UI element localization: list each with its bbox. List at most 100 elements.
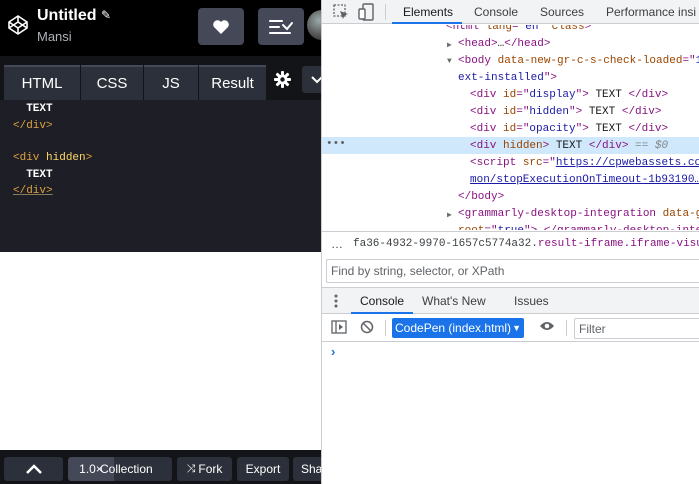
dom-token-tag: <div xyxy=(470,106,504,118)
dom-token-tag: =" xyxy=(512,25,526,33)
code-line: </div> xyxy=(13,185,53,197)
console-prompt[interactable]: › xyxy=(331,344,335,359)
dom-token-val: en xyxy=(525,25,539,33)
export-button[interactable]: Export xyxy=(237,457,289,481)
expand-console-button[interactable] xyxy=(4,457,63,481)
dom-node-line[interactable]: root="true"> </grammarly-desktop-inte xyxy=(458,223,699,230)
add-to-collection-button[interactable]: Collection xyxy=(98,462,153,476)
dom-token-tag: </head> xyxy=(504,38,551,50)
tab-html[interactable]: HTML xyxy=(4,65,80,100)
dom-token-val: hidden xyxy=(529,106,570,118)
expand-arrow-icon[interactable]: ▶ xyxy=(447,210,452,220)
drawer-tab-console[interactable]: Console xyxy=(360,288,404,314)
chevron-down-icon xyxy=(311,75,321,83)
context-selector[interactable]: CodePen (index.html) ▼ xyxy=(392,318,524,338)
node-actions-icon[interactable]: ••• xyxy=(326,137,346,152)
code-tag: </div> xyxy=(13,120,53,132)
dom-node-line[interactable]: <div id="opacity"> TEXT </div> xyxy=(470,121,668,138)
dom-token-tag: </div> xyxy=(628,123,669,135)
html-editor[interactable]: TEXT </div> <div hidden> TEXT </div> xyxy=(0,100,321,252)
author-name[interactable]: Mansi xyxy=(37,29,72,44)
dom-token-attr: data-new-gr-c-s-check-loaded xyxy=(497,55,683,67)
dom-node-line[interactable]: </body> xyxy=(458,189,504,206)
devtools-tabbar: Elements Console Sources Performance ins… xyxy=(322,0,699,24)
codepen-logo-icon[interactable] xyxy=(7,14,29,36)
breadcrumb: … fa36-4932-9970-1657c5774a32.result-ifr… xyxy=(322,231,699,256)
dom-token-dim: == $0 xyxy=(628,140,669,152)
dom-token-link[interactable]: mon/stopExecutionOnTimeout-1b93190… xyxy=(470,174,699,186)
dom-node-line[interactable]: <head>…</head> xyxy=(458,36,550,53)
drawer-tabbar: Console What's New Issues xyxy=(322,287,699,314)
layout-icon xyxy=(269,19,293,34)
fork-button[interactable]: ⤨ Fork xyxy=(177,457,232,481)
dom-token-tag: "> xyxy=(569,106,583,118)
code-text: TEXT xyxy=(26,169,53,181)
filter-input[interactable] xyxy=(575,319,699,338)
device-toolbar-icon[interactable] xyxy=(357,2,377,22)
breadcrumb-item[interactable]: fa36-4932-9970-1657c5774a32.result-ifram… xyxy=(353,232,699,256)
active-tab-indicator xyxy=(392,22,462,24)
code-tag: <div xyxy=(13,152,40,164)
dom-token-tag: =" xyxy=(542,157,556,169)
dom-token-val: opacity xyxy=(529,123,576,135)
share-button[interactable]: Share xyxy=(293,457,321,481)
eye-icon[interactable] xyxy=(539,320,555,332)
inspect-element-icon[interactable] xyxy=(331,2,351,22)
avatar[interactable] xyxy=(307,10,321,40)
dom-token-tag: "> </grammarly-desktop-inte xyxy=(524,225,699,230)
divider xyxy=(566,320,567,336)
more-button[interactable] xyxy=(302,66,321,93)
dom-node-line[interactable]: <body data-new-gr-c-s-check-loaded="1 xyxy=(458,53,699,70)
more-icon[interactable]: … xyxy=(331,232,343,256)
gear-icon xyxy=(273,70,291,88)
screen: Untitled ✎ Mansi HTML CSS JS Result TEXT… xyxy=(0,0,699,484)
drawer-tab-issues[interactable]: Issues xyxy=(514,288,549,314)
find-input[interactable] xyxy=(327,260,699,282)
tab-result[interactable]: Result xyxy=(199,65,266,100)
dom-token-val: true xyxy=(498,225,524,230)
dom-node-line[interactable]: <grammarly-desktop-integration data-g xyxy=(458,206,699,223)
collapse-arrow-icon[interactable]: ▼ xyxy=(447,57,452,66)
code-line: <div hidden> xyxy=(13,152,92,164)
dom-node-line[interactable]: <script src="https://cpwebassets.co xyxy=(470,155,699,172)
tab-css[interactable]: CSS xyxy=(81,65,143,100)
edit-title-icon[interactable]: ✎ xyxy=(101,8,111,22)
dom-token-tag: </div> xyxy=(628,89,669,101)
dom-token-tag: <html xyxy=(446,25,486,33)
dom-node-line[interactable]: <html lang="en" class> xyxy=(446,25,598,36)
heart-icon xyxy=(213,19,229,34)
dom-token-txt: TEXT xyxy=(549,140,589,152)
dom-token-tag: =" xyxy=(682,55,696,67)
expand-arrow-icon[interactable]: ▶ xyxy=(447,40,452,50)
tab-sources[interactable]: Sources xyxy=(540,0,584,24)
dom-token-tag: <script xyxy=(470,157,523,169)
dom-node-line[interactable]: ext-installed"> xyxy=(458,70,557,87)
dom-token-attr: data-g xyxy=(662,208,699,220)
pen-title[interactable]: Untitled xyxy=(37,7,97,25)
tab-elements[interactable]: Elements xyxy=(403,0,453,24)
settings-button[interactable] xyxy=(268,64,296,94)
change-view-button[interactable] xyxy=(258,8,304,45)
sidebar-toggle-icon[interactable] xyxy=(331,320,347,334)
tab-console[interactable]: Console xyxy=(474,0,518,24)
dom-token-val: ext-installed xyxy=(458,72,544,84)
dom-token-link[interactable]: https://cpwebassets.co xyxy=(556,157,699,169)
dom-node-line[interactable]: <div hidden> TEXT </div> == $0 xyxy=(470,138,668,155)
dom-token-txt: TEXT xyxy=(582,106,622,118)
clear-console-icon[interactable] xyxy=(360,320,374,334)
result-preview[interactable] xyxy=(0,252,321,450)
code-attr: hidden xyxy=(46,152,86,164)
like-button[interactable] xyxy=(198,8,244,45)
dom-token-tag: </body> xyxy=(458,191,505,203)
tab-performance-insights[interactable]: Performance insi xyxy=(606,0,696,24)
dom-token-tag: " xyxy=(538,25,552,33)
code-line: TEXT xyxy=(13,103,52,115)
dom-token-tag: "> xyxy=(575,89,589,101)
dom-token-tag: <div xyxy=(470,123,504,135)
dom-node-line[interactable]: <div id="display"> TEXT </div> xyxy=(470,87,668,104)
dom-node-line[interactable]: mon/stopExecutionOnTimeout-1b93190… xyxy=(470,172,699,189)
tab-js[interactable]: JS xyxy=(144,65,198,100)
dom-node-line[interactable]: <div id="hidden"> TEXT </div> xyxy=(470,104,661,121)
drawer-menu-icon[interactable] xyxy=(334,294,338,308)
drawer-tab-whats-new[interactable]: What's New xyxy=(422,288,486,314)
